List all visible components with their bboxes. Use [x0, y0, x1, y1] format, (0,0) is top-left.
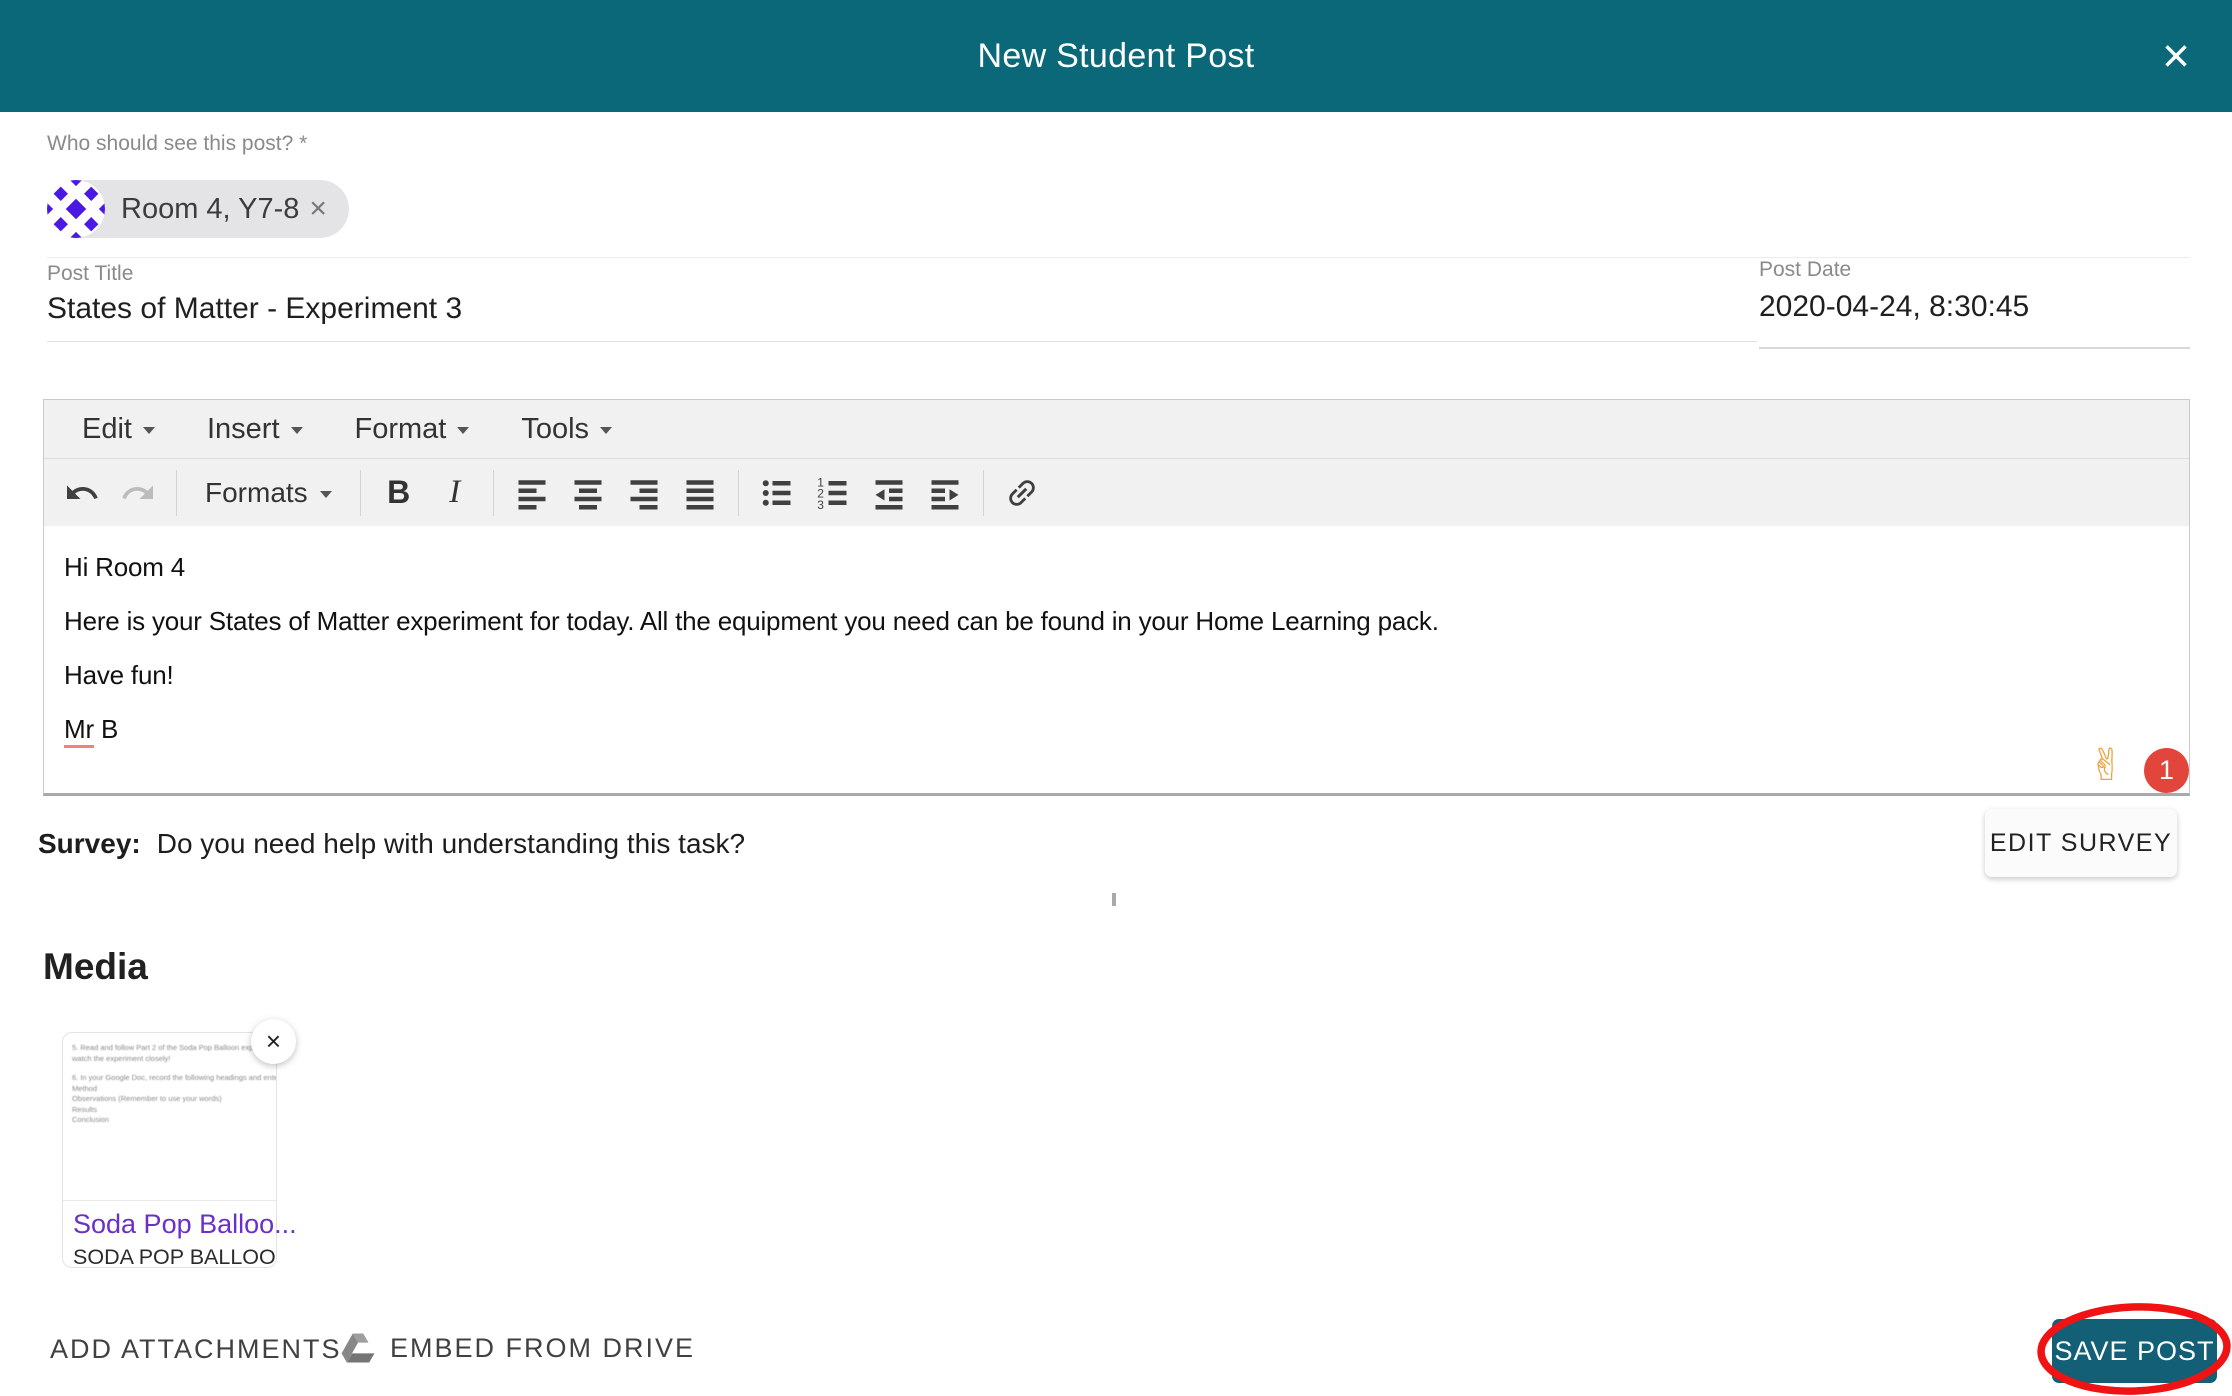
close-icon[interactable]: ×: [2162, 0, 2190, 112]
audience-chip-label: Room 4, Y7-8: [121, 192, 300, 225]
new-student-post-modal: New Student Post × Who should see this p…: [0, 0, 2232, 1396]
align-right-icon[interactable]: [616, 466, 672, 520]
editor-paragraph: Mr B: [64, 713, 2169, 748]
redo-icon[interactable]: [110, 466, 166, 520]
editor-paragraph: Hi Room 4: [64, 552, 186, 582]
media-attachment-card: 5. Read and follow Part 2 of the Soda Po…: [62, 1032, 297, 1269]
caret-down-icon: [290, 427, 303, 434]
editor-paragraph: Here is your States of Matter experiment…: [64, 606, 1439, 636]
bold-label: B: [387, 474, 411, 510]
embed-from-drive-label: EMBED FROM DRIVE: [390, 1332, 696, 1363]
bold-icon[interactable]: B: [371, 466, 427, 520]
survey-label: Survey:: [38, 828, 141, 859]
menu-insert[interactable]: Insert: [181, 400, 329, 458]
editor-paragraph: Have fun!: [64, 660, 174, 690]
post-title-label: Post Title: [47, 262, 134, 285]
survey-question: Do you need help with understanding this…: [156, 828, 746, 859]
modal-header: New Student Post ×: [0, 0, 2232, 112]
caret-down-icon: [142, 427, 155, 434]
indent-icon[interactable]: [917, 466, 973, 520]
audience-label: Who should see this post? *: [47, 132, 308, 155]
group-avatar: [47, 180, 105, 238]
preview-line: 5. Read and follow Part 2 of the Soda Po…: [72, 1043, 276, 1052]
formats-label: Formats: [205, 476, 308, 508]
post-date-label: Post Date: [1759, 258, 1852, 281]
post-title-underline: [47, 341, 1757, 342]
remove-attachment-icon[interactable]: ×: [251, 1019, 296, 1064]
align-left-icon[interactable]: [504, 466, 560, 520]
menu-insert-label: Insert: [206, 412, 280, 445]
editor-toolbar: Formats B I 1 2 3: [44, 458, 2189, 526]
align-center-icon[interactable]: [560, 466, 616, 520]
google-drive-icon: [341, 1333, 375, 1363]
media-heading: Media: [43, 946, 148, 987]
save-post-button[interactable]: SAVE POST: [2052, 1319, 2217, 1383]
caret-down-icon: [319, 490, 332, 498]
numbered-list-icon[interactable]: 123: [805, 466, 861, 520]
document-preview: 5. Read and follow Part 2 of the Soda Po…: [63, 1033, 276, 1201]
toolbar-separator: [982, 469, 984, 516]
stray-mark: [1112, 893, 1116, 906]
add-attachments-button[interactable]: ADD ATTACHMENTS: [50, 1334, 342, 1365]
menu-edit-label: Edit: [82, 412, 132, 445]
align-justify-icon[interactable]: [672, 466, 728, 520]
caret-down-icon: [600, 427, 613, 434]
audience-chip: Room 4, Y7-8 ×: [47, 180, 349, 238]
menu-tools[interactable]: Tools: [495, 400, 638, 458]
survey-row: Survey: Do you need help with understandi…: [38, 828, 745, 860]
victory-hand-emoji-icon[interactable]: ✌: [2088, 740, 2125, 791]
chip-remove-icon[interactable]: ×: [309, 192, 327, 226]
menu-format-label: Format: [354, 412, 447, 445]
caret-down-icon: [457, 427, 470, 434]
preview-line: Conclusion: [72, 1115, 110, 1124]
svg-text:3: 3: [817, 497, 824, 510]
toolbar-separator: [176, 469, 177, 516]
preview-line: 6. In your Google Doc, record the follow…: [72, 1073, 276, 1082]
toolbar-separator: [492, 469, 494, 516]
preview-line: Results: [72, 1104, 98, 1114]
preview-line: Observations (Remember to use your words…: [72, 1094, 222, 1103]
edit-survey-button[interactable]: EDIT SURVEY: [1985, 809, 2177, 877]
outdent-icon[interactable]: [861, 466, 917, 520]
editor-content-area[interactable]: Hi Room 4 Here is your States of Matter …: [44, 527, 2189, 793]
page-title: New Student Post: [977, 37, 1255, 75]
italic-icon[interactable]: I: [427, 466, 483, 520]
post-title-input[interactable]: [47, 292, 1727, 326]
preview-line: watch the experiment closely!: [72, 1053, 171, 1063]
attachment-link[interactable]: Soda Pop Balloo...: [73, 1209, 297, 1240]
italic-label: I: [449, 474, 461, 510]
reaction-count-badge: 1: [2144, 748, 2189, 793]
undo-icon[interactable]: [54, 466, 110, 520]
audience-field-underline: [47, 257, 2190, 258]
signature-rest: B: [100, 714, 119, 744]
toolbar-separator: [359, 469, 361, 516]
misspelled-word: Mr: [64, 714, 94, 748]
post-date-field[interactable]: 2020-04-24, 8:30:45: [1759, 290, 2029, 324]
menu-tools-label: Tools: [521, 412, 590, 445]
bullet-list-icon[interactable]: [749, 466, 805, 520]
formats-dropdown[interactable]: Formats: [187, 466, 350, 520]
menu-format[interactable]: Format: [329, 400, 496, 458]
embed-from-drive-button[interactable]: EMBED FROM DRIVE: [341, 1326, 695, 1370]
attachment-caption: SODA POP BALLOON E: [73, 1245, 275, 1269]
rich-text-editor: Edit Insert Format Tools Formats B I 1 2…: [43, 399, 2190, 796]
preview-line: Method: [72, 1083, 98, 1093]
toolbar-separator: [737, 469, 739, 516]
post-date-underline: [1759, 347, 2190, 349]
menu-edit[interactable]: Edit: [56, 400, 181, 458]
editor-menubar: Edit Insert Format Tools: [44, 400, 2189, 458]
link-icon[interactable]: [994, 466, 1050, 520]
